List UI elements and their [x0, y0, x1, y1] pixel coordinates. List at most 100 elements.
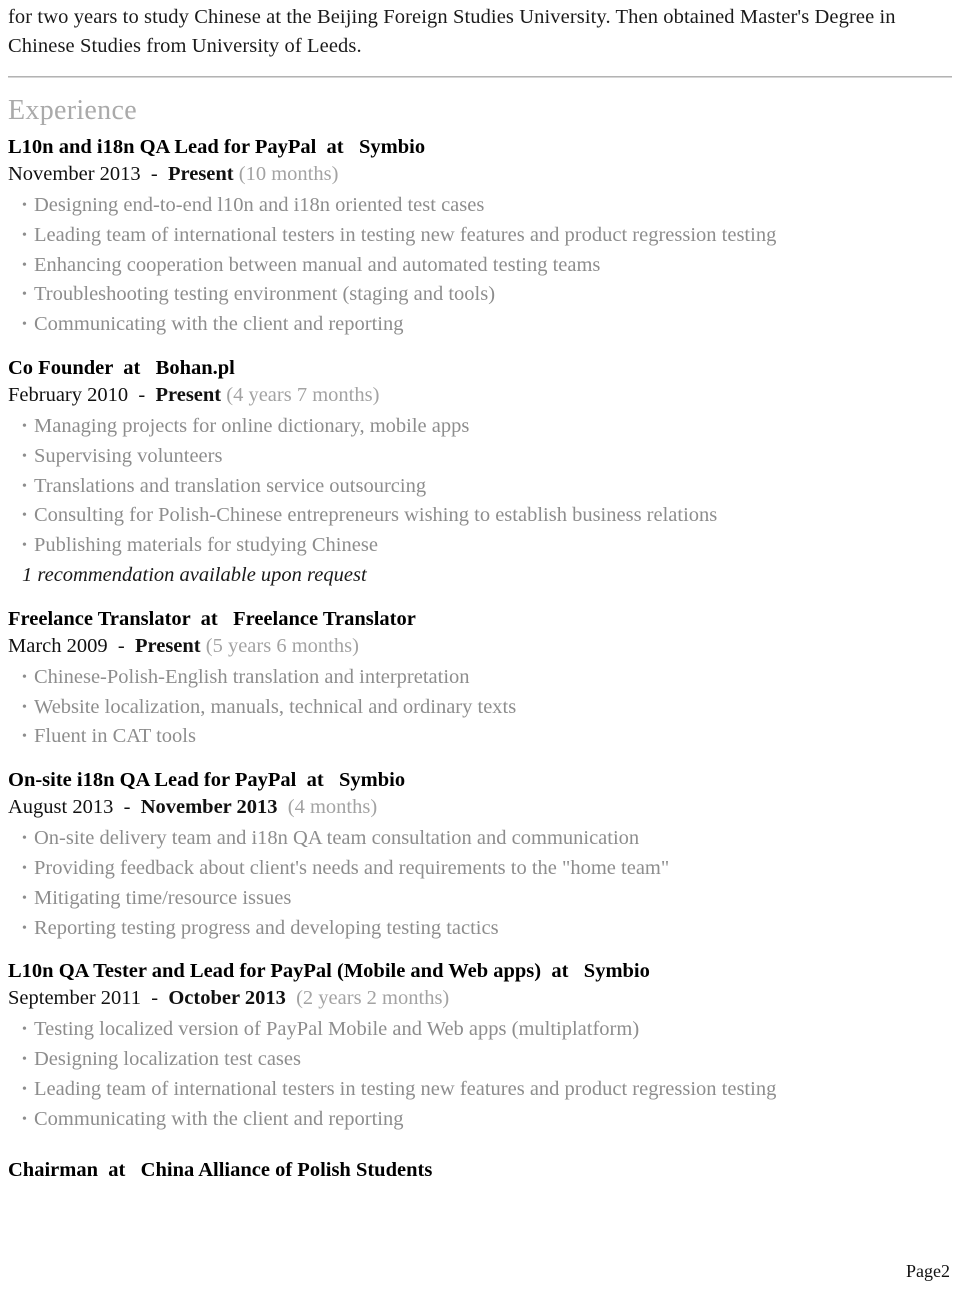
- list-item: • Supervising volunteers: [8, 442, 952, 472]
- job-date-start: March 2009 -: [8, 634, 135, 657]
- list-item: • Translations and translation service ou…: [8, 472, 952, 502]
- bullet-dot-icon: •: [22, 287, 27, 303]
- list-item: • Designing localization test cases: [8, 1045, 952, 1075]
- experience-entry: L10n and i18n QA Lead for PayPal at Symb…: [8, 134, 952, 340]
- job-date-end: November 2013: [140, 796, 278, 819]
- list-item: • Testing localized version of PayPal Mob…: [8, 1015, 952, 1045]
- bullet-dot-icon: •: [22, 198, 27, 213]
- bullet-text: On-site delivery team and i18n QA team c…: [34, 827, 640, 850]
- bullet-text: Providing feedback about client's needs …: [34, 856, 670, 879]
- list-item: • Reporting testing progress and developi…: [8, 914, 952, 944]
- bullet-text: Communicating with the client and report…: [34, 1107, 404, 1130]
- list-item: • Communicating with the client and repor…: [8, 1105, 952, 1135]
- job-title: L10n and i18n QA Lead for PayPal at Symb…: [8, 136, 426, 158]
- experience-entry: On-site i18n QA Lead for PayPal at Symbi…: [8, 767, 952, 943]
- list-item: • Enhancing cooperation between manual an…: [8, 251, 952, 281]
- bullet-text: Designing end-to-end l10n and i18n orien…: [34, 194, 485, 216]
- bullet-dot-icon: •: [22, 669, 27, 685]
- list-item: • Fluent in CAT tools: [8, 722, 952, 752]
- job-title: Chairman at China Alliance of Polish Stu…: [8, 1158, 433, 1181]
- bullet-text: Testing localized version of PayPal Mobi…: [34, 1018, 640, 1041]
- bullet-text: Managing projects for online dictionary,…: [34, 414, 470, 437]
- list-item: • Chinese-Polish-English translation and …: [8, 663, 952, 693]
- bullet-dot-icon: •: [22, 478, 27, 494]
- bullet-dot-icon: •: [22, 1111, 27, 1127]
- bullet-text: Leading team of international testers in…: [34, 223, 777, 246]
- bullet-text: Consulting for Polish-Chinese entreprene…: [34, 504, 718, 527]
- bullet-text: Fluent in CAT tools: [34, 725, 196, 748]
- list-item: • Troubleshooting testing environment (st…: [8, 280, 952, 310]
- intro-paragraph: for two years to study Chinese at the Be…: [8, 6, 896, 57]
- bullet-dot-icon: •: [22, 729, 27, 745]
- job-duration: (4 years 7 months): [221, 383, 380, 406]
- job-date-range: November 2013 - Present (10 months): [8, 161, 952, 188]
- job-bullet-list: • Managing projects for online dictionary…: [8, 412, 952, 561]
- bullet-dot-icon: •: [22, 699, 27, 715]
- bullet-dot-icon: •: [22, 538, 27, 554]
- job-title: Freelance Translator at Freelance Transl…: [8, 607, 416, 630]
- bullet-text: Mitigating time/resource issues: [34, 886, 292, 909]
- job-date-range: March 2009 - Present (5 years 6 months): [8, 633, 952, 660]
- bullet-text: Enhancing cooperation between manual and…: [34, 253, 601, 276]
- entry-spacer: [8, 593, 952, 606]
- job-bullet-list: • Designing end-to-end l10n and i18n orie…: [8, 191, 952, 340]
- entry-spacer: [8, 1186, 952, 1199]
- list-item: • Website localization, manuals, technica…: [8, 693, 952, 723]
- bullet-dot-icon: •: [22, 448, 27, 464]
- bullet-text: Chinese-Polish-English translation and i…: [34, 665, 470, 688]
- list-item: • Managing projects for online dictionary…: [8, 412, 952, 442]
- list-item: • Providing feedback about client's needs…: [8, 854, 952, 884]
- resume-page: for two years to study Chinese at the Be…: [0, 0, 960, 1290]
- job-duration: (4 months): [277, 796, 378, 819]
- job-date-start: February 2010 -: [8, 383, 156, 406]
- job-title: Co Founder at Bohan.pl: [8, 356, 235, 379]
- bullet-dot-icon: •: [22, 890, 27, 906]
- job-duration: (10 months): [233, 163, 339, 185]
- bullet-text: Translations and translation service out…: [34, 474, 427, 497]
- list-item: • Publishing materials for studying Chine…: [8, 531, 952, 561]
- bullet-dot-icon: •: [22, 1081, 27, 1097]
- job-date-start: August 2013 -: [8, 796, 141, 819]
- experience-entry: Co Founder at Bohan.pl February 2010 - Pr…: [8, 355, 952, 591]
- bullet-dot-icon: •: [22, 860, 27, 876]
- experience-entry: Chairman at China Alliance of Polish Stu…: [8, 1157, 952, 1184]
- job-bullet-list: • On-site delivery team and i18n QA team …: [8, 824, 952, 943]
- list-item: • Designing end-to-end l10n and i18n orie…: [8, 191, 952, 221]
- bullet-dot-icon: •: [22, 831, 27, 847]
- recommendation-note: 1 recommendation available upon request: [22, 563, 367, 586]
- list-item: • On-site delivery team and i18n QA team …: [8, 824, 952, 854]
- bullet-text: Troubleshooting testing environment (sta…: [34, 283, 496, 306]
- entry-spacer: [8, 342, 952, 355]
- bullet-text: Publishing materials for studying Chines…: [34, 534, 378, 557]
- job-bullet-list: • Testing localized version of PayPal Mob…: [8, 1015, 952, 1134]
- experience-entry: Freelance Translator at Freelance Transl…: [8, 606, 952, 752]
- experience-list: L10n and i18n QA Lead for PayPal at Symb…: [8, 134, 952, 1199]
- bullet-dot-icon: •: [22, 418, 27, 434]
- job-title: L10n QA Tester and Lead for PayPal (Mobi…: [8, 960, 650, 983]
- list-item: • Leading team of international testers i…: [8, 1075, 952, 1105]
- bullet-dot-icon: •: [22, 317, 27, 333]
- job-duration: (2 years 2 months): [285, 987, 450, 1010]
- section-divider: [8, 76, 952, 78]
- job-date-start: November 2013 -: [8, 163, 168, 185]
- job-date-start: September 2011 -: [8, 987, 169, 1010]
- page-number-footer: Page2: [906, 1261, 950, 1281]
- bullet-dot-icon: •: [22, 227, 27, 243]
- job-date-end: Present: [167, 163, 234, 185]
- job-bullet-list: • Chinese-Polish-English translation and …: [8, 663, 952, 752]
- bullet-dot-icon: •: [22, 920, 27, 936]
- job-date-range: September 2011 - October 2013 (2 years 2…: [8, 985, 952, 1012]
- bullet-dot-icon: •: [22, 257, 27, 273]
- list-item: • Communicating with the client and repor…: [8, 310, 952, 340]
- list-item: • Leading team of international testers i…: [8, 221, 952, 251]
- entry-spacer: [8, 945, 952, 958]
- experience-entry: L10n QA Tester and Lead for PayPal (Mobi…: [8, 958, 952, 1134]
- job-duration: (5 years 6 months): [200, 634, 359, 657]
- list-item: • Mitigating time/resource issues: [8, 884, 952, 914]
- bullet-text: Reporting testing progress and developin…: [34, 916, 499, 939]
- bullet-text: Designing localization test cases: [34, 1048, 301, 1071]
- bullet-text: Leading team of international testers in…: [34, 1077, 777, 1100]
- bullet-dot-icon: •: [22, 508, 27, 524]
- bullet-dot-icon: •: [22, 1022, 27, 1038]
- bullet-text: Supervising volunteers: [34, 444, 223, 467]
